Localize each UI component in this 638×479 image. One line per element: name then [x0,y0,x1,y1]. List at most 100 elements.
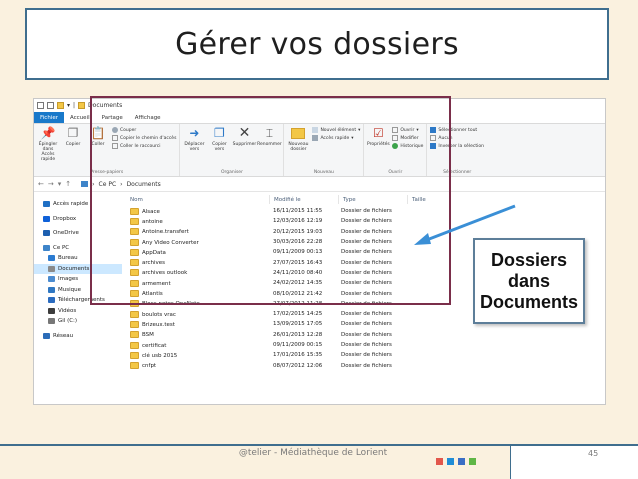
forward-arrow-icon[interactable]: → [48,180,54,188]
nav-item[interactable]: Dropbox [34,214,122,225]
history-button[interactable]: Historique [392,143,423,149]
nav-item-label: Ce PC [53,244,70,251]
file-name: antoine [142,218,163,225]
checkbox-quick-icon[interactable] [47,102,54,109]
tab-fichier[interactable]: Fichier [34,112,64,123]
file-type: Dossier de fichiers [341,218,392,225]
slide-title: Gérer vos dossiers [175,26,459,62]
file-row[interactable]: AppData 09/11/2009 00:13 Dossier de fichie… [126,247,405,257]
breadcrumb-documents[interactable]: Documents [127,181,161,188]
new-item-button[interactable]: Nouvel élément ▾ [312,127,360,133]
pin-button[interactable]: 📌 Épingler dans Accès rapide [37,126,59,167]
properties-icon: ☑ [372,125,384,140]
file-row[interactable]: Alsace 16/11/2015 11:55 Dossier de fichier… [126,206,405,216]
easy-access-button[interactable]: Accès rapide ▾ [312,135,360,141]
tab-affichage[interactable]: Affichage [129,112,167,123]
breadcrumb-sep2-icon: › [120,180,123,188]
invert-selection-button[interactable]: Inverser la sélection [430,143,484,149]
file-name: armement [142,280,171,287]
nav-item[interactable]: Vidéos [34,306,122,317]
rename-button[interactable]: ⌶ Renommer [257,126,282,167]
cut-button[interactable]: Couper [112,127,176,133]
back-arrow-icon[interactable]: ← [38,180,44,188]
properties-button[interactable]: ☑ Propriétés [367,125,390,167]
file-row[interactable]: archives 27/07/2015 16:43 Dossier de fichi… [126,257,405,267]
new-folder-button[interactable]: Nouveau dossier [287,126,309,167]
rename-label: Renommer [257,142,282,147]
file-type: Dossier de fichiers [341,269,392,276]
pin-icon: 📌 [40,125,56,140]
file-modified: 16/11/2015 11:55 [273,208,323,215]
file-name: BSM [142,332,154,339]
folder-quick-icon[interactable] [57,102,64,109]
breadcrumb-pc[interactable]: Ce PC [99,181,117,188]
file-modified: 08/10/2012 21:42 [273,290,323,297]
file-modified: 13/09/2015 17:05 [273,321,323,328]
footer-square-icon [436,458,443,465]
nav-item[interactable]: Accès rapide [34,199,122,210]
new-item-label: Nouvel élément [320,127,357,133]
folder-icon [130,320,139,328]
nav-item[interactable]: Bureau [34,253,122,264]
file-row[interactable]: armement 24/02/2012 14:35 Dossier de fichi… [126,278,405,288]
move-to-icon: ➜ [189,125,200,140]
file-row[interactable]: Blocs-notes OneNote 27/07/2012 11:28 Dossi… [126,299,405,309]
file-row[interactable]: clé usb 2015 17/01/2016 15:35 Dossier de f… [126,350,405,360]
paste-shortcut-button[interactable]: Coller le raccourci [112,143,176,149]
tab-partage[interactable]: Partage [96,112,129,123]
select-none-button[interactable]: Aucun [430,135,484,141]
properties-quick-icon[interactable] [37,102,44,109]
file-name-cell: antoine [126,217,269,225]
file-type: Dossier de fichiers [341,311,392,318]
nav-item[interactable]: Réseau [34,331,122,342]
file-row[interactable]: Atlantis 08/10/2012 21:42 Dossier de fichi… [126,288,405,298]
edit-icon [392,135,399,141]
file-row[interactable]: Any Video Converter 30/03/2016 22:28 Dossi… [126,237,405,247]
explorer-titlebar: ▾ | Documents [34,99,605,112]
folder-icon [130,341,139,349]
column-name[interactable]: Nom [126,195,270,204]
up-arrow-icon[interactable]: ↑ [65,180,71,188]
recent-dropdown-icon[interactable]: ▾ [58,180,62,188]
open-label: Ouvrir [400,127,415,133]
file-row[interactable]: BSM 26/01/2013 12:28 Dossier de fichiers [126,330,405,340]
edit-button[interactable]: Modifier [392,135,423,141]
address-bar[interactable]: ← → ▾ ↑ › Ce PC › Documents [34,177,605,192]
organize-group-label: Organiser [220,170,243,175]
file-type: Dossier de fichiers [341,249,392,256]
copy-to-button[interactable]: ❐ Copier vers [208,126,230,167]
file-row[interactable]: Brizeux.test 13/09/2015 17:05 Dossier de f… [126,319,405,329]
file-type: Dossier de fichiers [341,321,392,328]
open-button[interactable]: Ouvrir ▾ [392,127,423,133]
tab-accueil[interactable]: Accueil [64,112,96,123]
file-row[interactable]: certificat 09/11/2009 00:15 Dossier de fic… [126,340,405,350]
paste-label: Coller [91,142,105,147]
file-row[interactable]: cnfpt 08/07/2012 12:06 Dossier de fichiers [126,360,405,370]
paste-button[interactable]: 📋 Coller [87,126,109,167]
column-type[interactable]: Type [339,195,408,204]
folder-icon [130,248,139,256]
file-row[interactable]: Antoine.transfert 20/12/2015 19:03 Dossier… [126,227,405,237]
nav-item[interactable]: Documents [34,263,122,274]
dropdown-arrow-icon[interactable]: ▾ [67,102,70,109]
move-to-button[interactable]: ➜ Déplacer vers [183,126,205,167]
copy-button[interactable]: ❐ Copier [62,126,84,167]
file-row[interactable]: boulots vrac 17/02/2015 14:25 Dossier de f… [126,309,405,319]
nav-item[interactable]: Images [34,274,122,285]
file-row[interactable]: antoine 12/03/2016 12:19 Dossier de fichie… [126,216,405,226]
nav-item[interactable]: Musique [34,285,122,296]
nav-item[interactable]: OneDrive [34,228,122,239]
file-type: Dossier de fichiers [341,342,392,348]
clipboard-group: 📌 Épingler dans Accès rapide ❐ Copier 📋 … [34,124,181,176]
file-row[interactable]: archives outlook 24/11/2010 08:40 Dossier … [126,268,405,278]
nav-item[interactable]: Gil (C:) [34,316,122,327]
column-modified[interactable]: Modifié le [270,195,339,204]
nav-item[interactable]: Ce PC [34,243,122,254]
file-name-cell: archives [126,259,269,267]
select-all-button[interactable]: Sélectionner tout [430,127,484,133]
history-icon [392,143,399,149]
copy-path-button[interactable]: Copier le chemin d'accès [112,135,176,141]
nav-item-icon [48,265,55,272]
delete-button[interactable]: ✕ Supprimer [233,126,257,167]
nav-item[interactable]: Téléchargements [34,295,122,306]
